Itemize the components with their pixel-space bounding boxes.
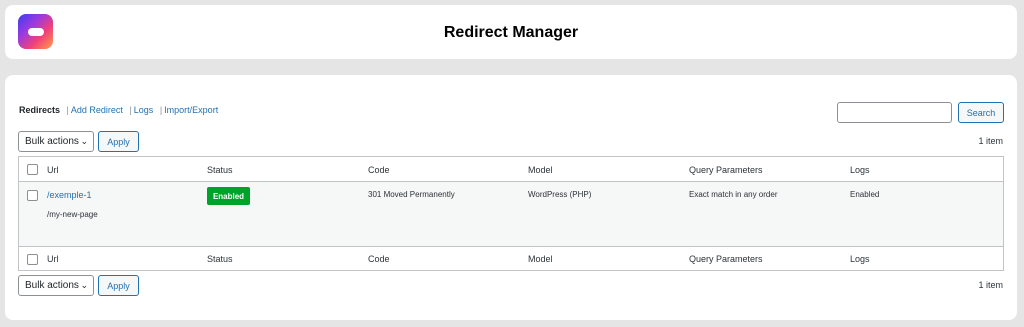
chevron-down-icon: ⌄ <box>80 136 88 146</box>
row-url-link[interactable]: /exemple-1 <box>47 190 92 200</box>
app-header: Redirect Manager <box>5 5 1017 59</box>
col-code-footer[interactable]: Code <box>368 254 390 264</box>
view-nav: Redirects | Add Redirect | Logs | Import/Ex… <box>19 105 219 115</box>
search-input[interactable] <box>837 102 952 123</box>
col-query-parameters[interactable]: Query Parameters <box>689 165 763 175</box>
col-model[interactable]: Model <box>528 165 553 175</box>
bulk-actions-select-top[interactable]: Bulk actions ⌄ <box>18 131 94 152</box>
item-count-top: 1 item <box>978 136 1003 146</box>
col-url[interactable]: Url <box>47 165 59 175</box>
main-panel: Redirects | Add Redirect | Logs | Import/Ex… <box>5 75 1017 320</box>
search-button[interactable]: Search <box>958 102 1004 123</box>
row-checkbox[interactable] <box>27 190 38 201</box>
col-query-parameters-footer[interactable]: Query Parameters <box>689 254 763 264</box>
col-url-footer[interactable]: Url <box>47 254 59 264</box>
col-status-footer[interactable]: Status <box>207 254 233 264</box>
row-logs: Enabled <box>850 190 880 199</box>
item-count-bottom: 1 item <box>978 280 1003 290</box>
nav-logs[interactable]: Logs <box>134 105 154 115</box>
col-logs-footer[interactable]: Logs <box>850 254 870 264</box>
table-footer: Url Status Code Model Query Parameters L… <box>19 247 1003 271</box>
nav-add-redirect[interactable]: Add Redirect <box>71 105 123 115</box>
col-status[interactable]: Status <box>207 165 233 175</box>
apply-button-bottom[interactable]: Apply <box>98 275 139 296</box>
status-badge: Enabled <box>207 187 250 205</box>
table-header: Url Status Code Model Query Parameters L… <box>19 157 1003 182</box>
bulk-actions-select-bottom[interactable]: Bulk actions ⌄ <box>18 275 94 296</box>
col-code[interactable]: Code <box>368 165 390 175</box>
table-row: /exemple-1 /my-new-page Enabled 301 Move… <box>19 182 1003 247</box>
row-query-parameters: Exact match in any order <box>689 190 778 199</box>
page-title: Redirect Manager <box>443 24 579 41</box>
select-all-checkbox[interactable] <box>27 164 38 175</box>
col-model-footer[interactable]: Model <box>528 254 553 264</box>
select-all-checkbox-bottom[interactable] <box>27 254 38 265</box>
apply-button-top[interactable]: Apply <box>98 131 139 152</box>
nav-import-export[interactable]: Import/Export <box>164 105 218 115</box>
row-target-url: /my-new-page <box>47 210 98 219</box>
row-code: 301 Moved Permanently <box>368 190 455 199</box>
nav-redirects[interactable]: Redirects <box>19 105 60 115</box>
redirects-table: Url Status Code Model Query Parameters L… <box>18 156 1004 271</box>
col-logs[interactable]: Logs <box>850 165 870 175</box>
chevron-down-icon: ⌄ <box>80 280 88 290</box>
row-model: WordPress (PHP) <box>528 190 592 199</box>
